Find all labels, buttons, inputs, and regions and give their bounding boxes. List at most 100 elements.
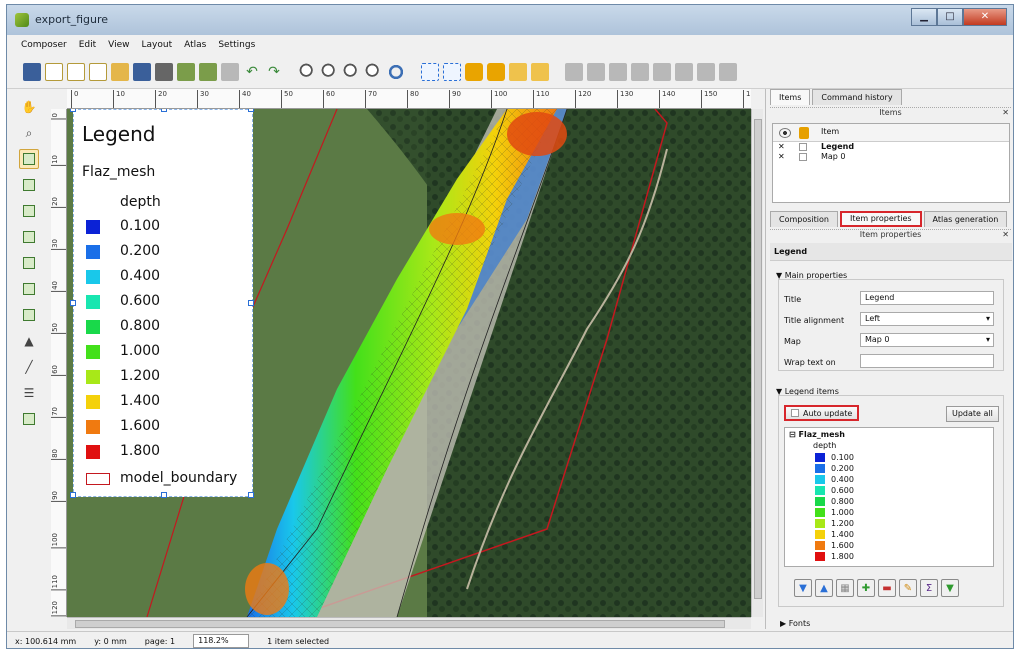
group-items-icon[interactable] xyxy=(509,62,527,81)
add-icon[interactable]: ✚ xyxy=(857,579,875,597)
ungroup-items-icon[interactable] xyxy=(531,62,549,81)
tab-item-properties[interactable]: Item properties xyxy=(839,211,922,227)
export-pdf-icon[interactable] xyxy=(221,62,239,81)
items-list[interactable]: Item ✕ Legend ✕ Map 0 xyxy=(772,123,1010,203)
list-item[interactable]: ✕ Legend xyxy=(773,142,1009,152)
resize-handle[interactable] xyxy=(161,492,167,498)
refresh-icon[interactable] xyxy=(387,62,405,81)
update-all-button[interactable]: Update all xyxy=(946,406,999,422)
menu-edit[interactable]: Edit xyxy=(79,40,96,50)
fonts-header[interactable]: ▶ Fonts xyxy=(780,619,810,628)
save-template-icon[interactable] xyxy=(133,62,151,81)
move-content-icon[interactable] xyxy=(19,175,39,195)
tab-atlas-generation[interactable]: Atlas generation xyxy=(923,211,1008,227)
resize-handle[interactable] xyxy=(70,492,76,498)
add-shape-icon[interactable]: ▲ xyxy=(19,331,39,351)
zoom-tool-icon[interactable]: ⌕ xyxy=(19,123,39,143)
next-feature-icon[interactable] xyxy=(631,62,649,81)
resize-handle[interactable] xyxy=(248,492,254,498)
resize-handle[interactable] xyxy=(161,109,167,112)
select-all-icon[interactable] xyxy=(421,62,439,81)
open-template-icon[interactable] xyxy=(111,62,129,81)
first-feature-icon[interactable] xyxy=(587,62,605,81)
menu-atlas[interactable]: Atlas xyxy=(184,40,206,50)
legend-tools: ▼ ▲ ▦ ✚ ▬ ✎ Σ ▼ xyxy=(794,579,959,597)
undo-icon[interactable]: ↶ xyxy=(243,63,261,81)
add-image-icon[interactable] xyxy=(19,227,39,247)
arrow-up-icon[interactable]: ▲ xyxy=(815,579,833,597)
remove-icon[interactable]: ▬ xyxy=(878,579,896,597)
add-legend-icon[interactable] xyxy=(19,279,39,299)
print-atlas-icon[interactable] xyxy=(675,62,693,81)
atlas-preview-icon[interactable] xyxy=(565,62,583,81)
unlock-items-icon[interactable] xyxy=(487,62,505,81)
zoom-in-icon[interactable] xyxy=(343,62,361,81)
export-svg-icon[interactable] xyxy=(199,62,217,81)
filter-icon[interactable]: ▼ xyxy=(941,579,959,597)
zoom-level-input[interactable]: 118.2% xyxy=(193,634,250,648)
atlas-settings-icon[interactable] xyxy=(719,62,737,81)
add-scalebar-icon[interactable] xyxy=(19,305,39,325)
print-icon[interactable] xyxy=(155,62,173,81)
resize-handle[interactable] xyxy=(70,300,76,306)
add-html-icon[interactable] xyxy=(19,409,39,429)
horizontal-scrollbar[interactable] xyxy=(67,617,751,629)
tab-composition[interactable]: Composition xyxy=(770,211,838,227)
previous-feature-icon[interactable] xyxy=(609,62,627,81)
deselect-all-icon[interactable] xyxy=(443,62,461,81)
maximize-button[interactable]: □ xyxy=(937,8,963,26)
close-dock-icon[interactable]: ✕ xyxy=(1002,108,1009,117)
add-arrow-icon[interactable]: ╱ xyxy=(19,357,39,377)
group-icon[interactable]: ▦ xyxy=(836,579,854,597)
list-item[interactable]: ✕ Map 0 xyxy=(773,152,1009,162)
export-image-icon[interactable] xyxy=(177,62,195,81)
tab-items[interactable]: Items xyxy=(770,89,811,105)
resize-handle[interactable] xyxy=(70,109,76,112)
legend-item[interactable]: Legend Flaz_mesh depth 0.100 0.200 0.400… xyxy=(70,109,254,498)
composer-manager-icon[interactable] xyxy=(89,62,107,81)
menu-layout[interactable]: Layout xyxy=(142,40,173,50)
sum-icon[interactable]: Σ xyxy=(920,579,938,597)
export-atlas-icon[interactable] xyxy=(697,62,715,81)
lock-checkbox[interactable] xyxy=(799,143,807,151)
composer-canvas[interactable]: Legend Flaz_mesh depth 0.100 0.200 0.400… xyxy=(67,109,751,617)
zoom-100-icon[interactable] xyxy=(321,62,339,81)
visible-check-icon[interactable]: ✕ xyxy=(778,142,785,151)
pan-icon[interactable]: ✋ xyxy=(19,97,39,117)
wrap-text-input[interactable] xyxy=(860,354,994,368)
resize-handle[interactable] xyxy=(248,300,254,306)
lock-items-icon[interactable] xyxy=(465,62,483,81)
last-feature-icon[interactable] xyxy=(653,62,671,81)
legend-items-tree[interactable]: ⊟ Flaz_mesh depth 0.100 0.200 0.400 0.60… xyxy=(784,427,994,567)
save-icon[interactable] xyxy=(23,62,41,81)
lock-checkbox[interactable] xyxy=(799,153,807,161)
minimize-button[interactable]: ▁ xyxy=(911,8,937,26)
add-label-icon[interactable] xyxy=(19,253,39,273)
map-select[interactable]: Map 0 xyxy=(860,333,994,347)
tree-swatch xyxy=(815,475,825,484)
menu-settings[interactable]: Settings xyxy=(218,40,255,50)
duplicate-composer-icon[interactable] xyxy=(67,62,85,81)
auto-update-checkbox[interactable]: Auto update xyxy=(784,405,860,421)
title-input[interactable]: Legend xyxy=(860,291,994,305)
add-map-icon[interactable] xyxy=(19,201,39,221)
vertical-scrollbar[interactable] xyxy=(751,109,763,617)
title-alignment-select[interactable]: Left xyxy=(860,312,994,326)
zoom-full-icon[interactable] xyxy=(299,62,317,81)
tab-command-history[interactable]: Command history xyxy=(812,89,902,105)
select-move-icon[interactable] xyxy=(19,149,39,169)
right-dock-panel: Items Command history Items ✕ Item ✕ Leg… xyxy=(765,89,1013,629)
visible-check-icon[interactable]: ✕ xyxy=(778,152,785,161)
new-composer-icon[interactable] xyxy=(45,62,63,81)
add-table-icon[interactable]: ☰ xyxy=(19,383,39,403)
menu-view[interactable]: View xyxy=(108,40,129,50)
close-dock-icon[interactable]: ✕ xyxy=(1002,230,1009,239)
arrow-down-icon[interactable]: ▼ xyxy=(794,579,812,597)
redo-icon[interactable]: ↷ xyxy=(265,63,283,81)
menu-composer[interactable]: Composer xyxy=(21,40,67,50)
zoom-out-icon[interactable] xyxy=(365,62,383,81)
tree-layer-node[interactable]: ⊟ Flaz_mesh xyxy=(789,430,845,439)
close-button[interactable]: ✕ xyxy=(963,8,1007,26)
edit-icon[interactable]: ✎ xyxy=(899,579,917,597)
resize-handle[interactable] xyxy=(248,109,254,112)
